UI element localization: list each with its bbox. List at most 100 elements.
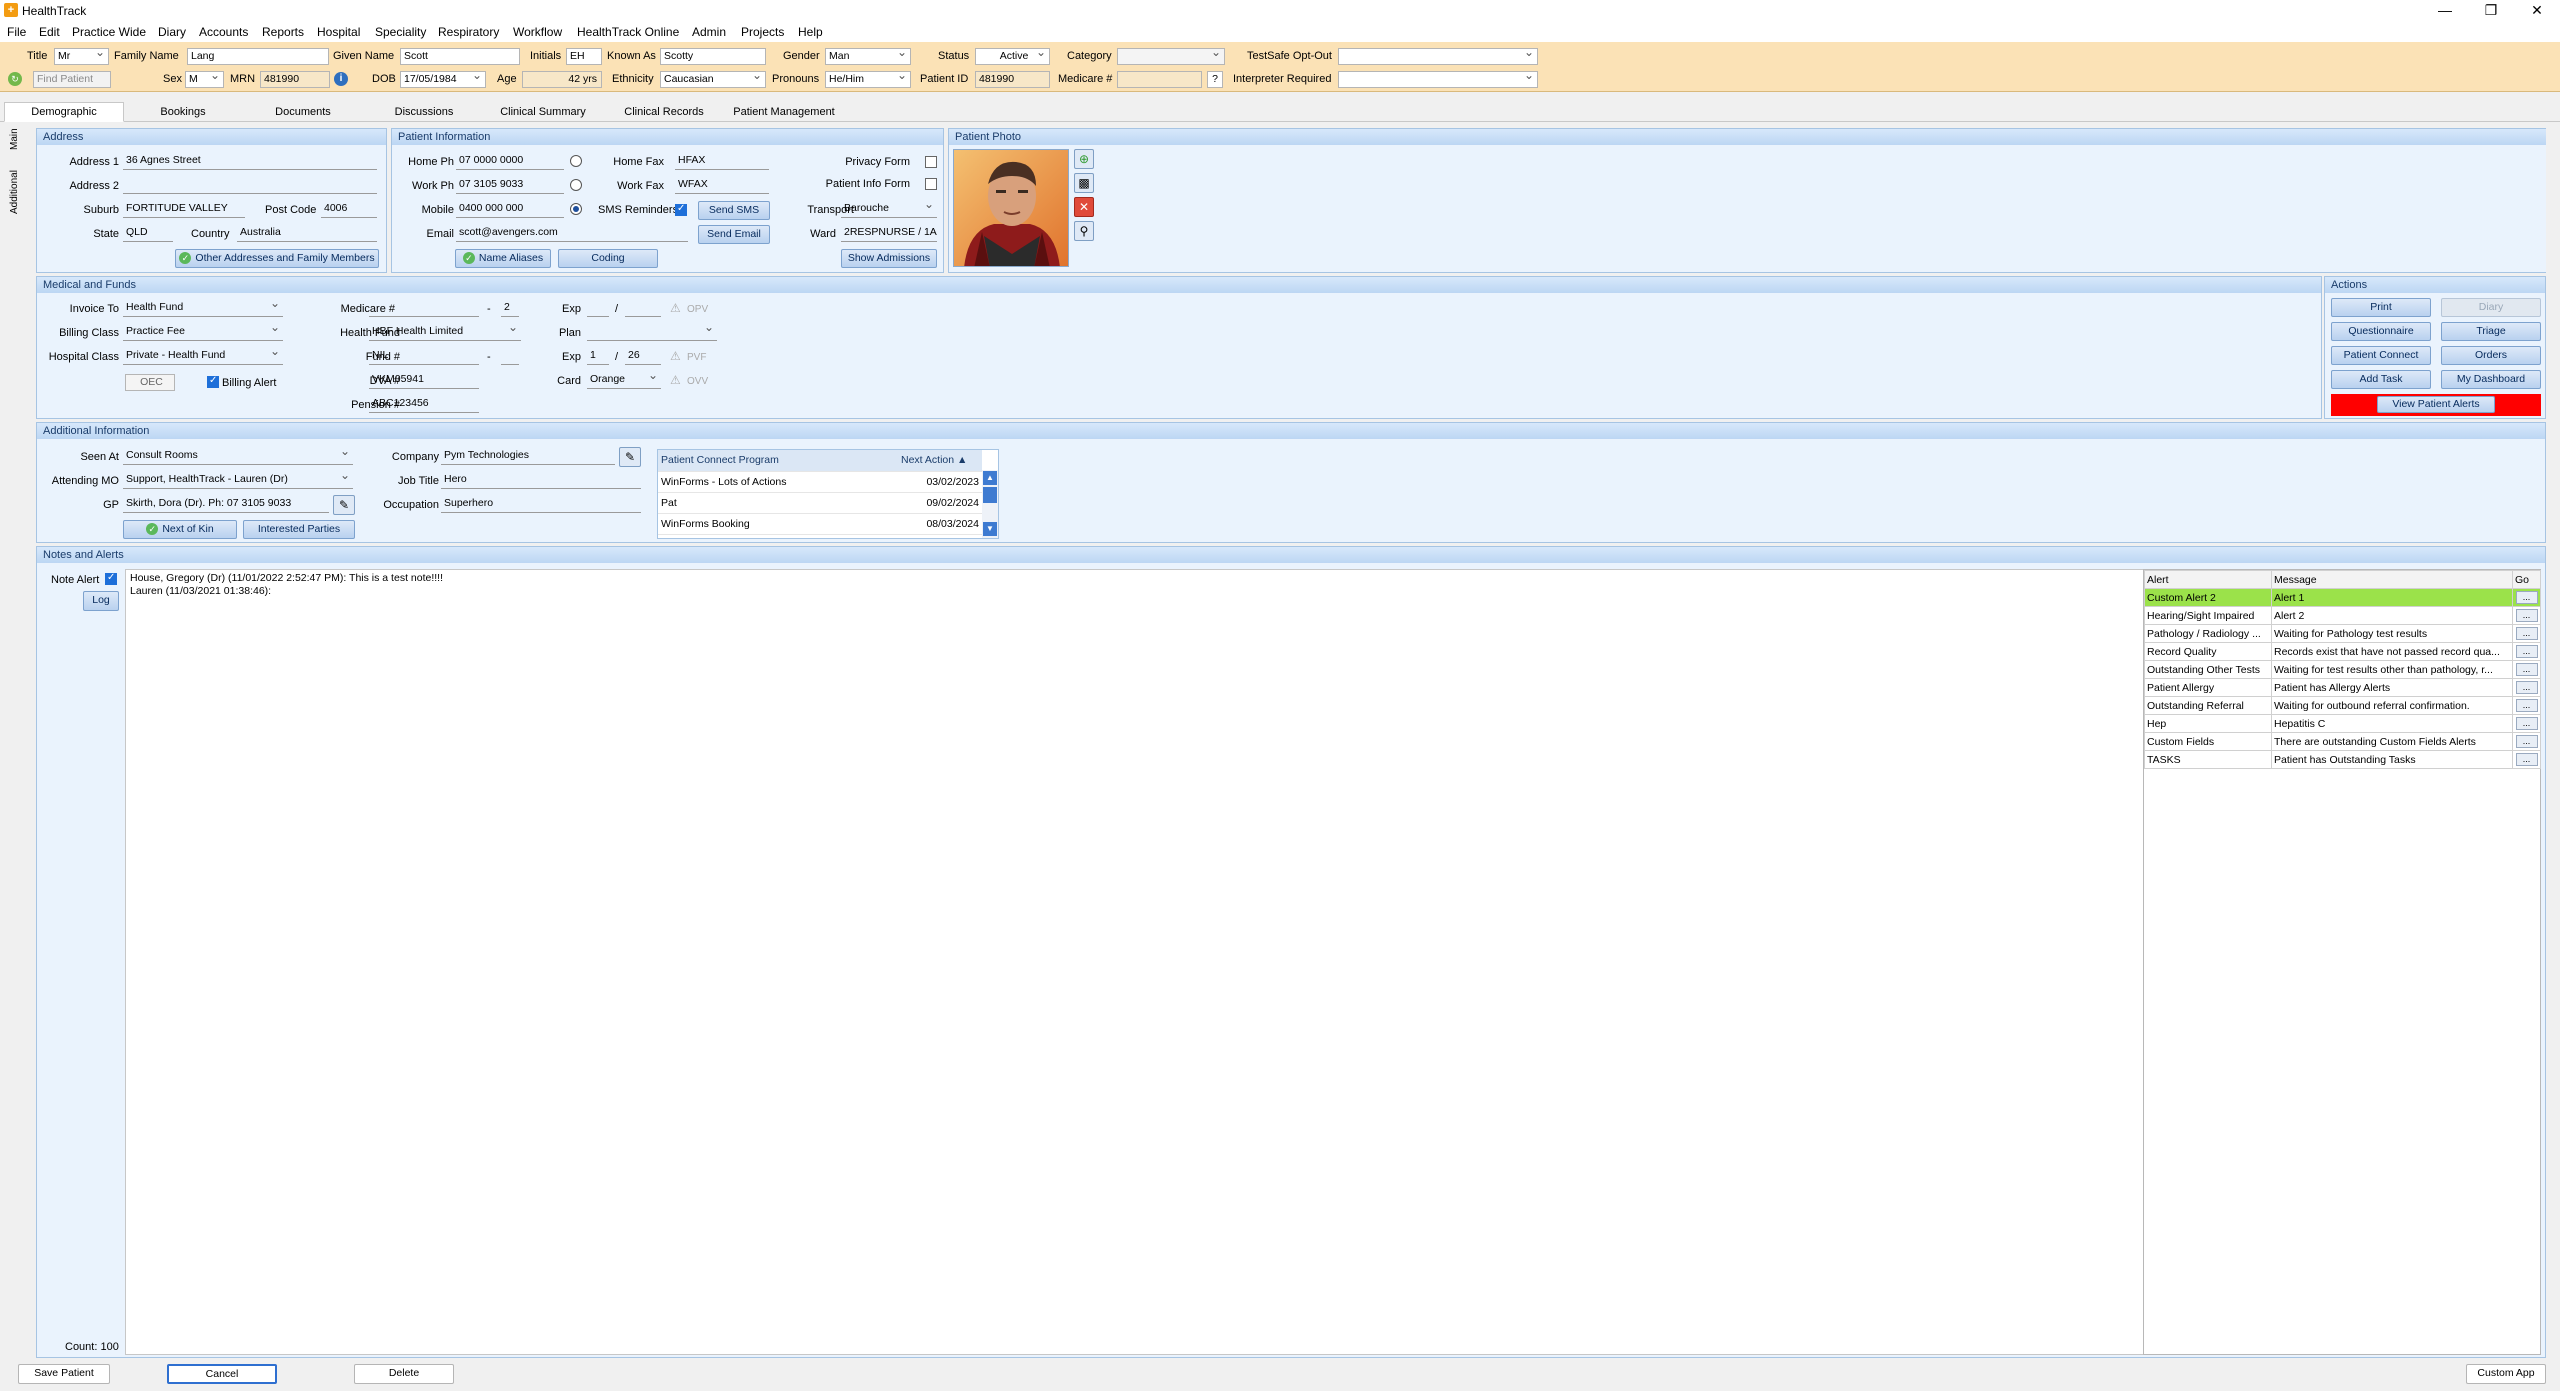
menu-admin[interactable]: Admin xyxy=(692,25,726,39)
fund-number-input[interactable]: NIL xyxy=(369,348,479,365)
edit-company-icon[interactable]: ✎ xyxy=(619,447,641,467)
status-select[interactable]: Active xyxy=(975,48,1050,65)
alerts-header-go[interactable]: Go xyxy=(2512,570,2541,589)
menu-hospital[interactable]: Hospital xyxy=(317,25,360,39)
home-ph-input[interactable]: 07 0000 0000 xyxy=(456,153,564,170)
initials-input[interactable]: EH xyxy=(566,48,602,65)
company-input[interactable]: Pym Technologies xyxy=(441,448,615,465)
add-task-button[interactable]: Add Task xyxy=(2331,370,2431,389)
given-name-input[interactable]: Scott xyxy=(400,48,520,65)
show-admissions-button[interactable]: Show Admissions xyxy=(841,249,937,268)
gender-select[interactable]: Man xyxy=(825,48,911,65)
menu-accounts[interactable]: Accounts xyxy=(199,25,248,39)
alert-go-button[interactable]: ... xyxy=(2515,591,2538,604)
sex-select[interactable]: M xyxy=(185,71,224,88)
alert-go-button[interactable]: ... xyxy=(2515,681,2538,694)
info-icon[interactable]: i xyxy=(334,72,348,86)
seen-at-select[interactable]: Consult Rooms xyxy=(123,448,353,465)
alert-row[interactable]: Hearing/Sight Impaired Alert 2... xyxy=(2144,606,2541,625)
menu-speciality[interactable]: Speciality xyxy=(375,25,426,39)
table-row[interactable]: Pat 09/02/2024 xyxy=(658,492,982,514)
medicare-help-button[interactable]: ? xyxy=(1207,71,1223,88)
dva-input[interactable]: VKM05941 xyxy=(369,372,479,389)
send-email-button[interactable]: Send Email xyxy=(698,225,770,244)
alert-go-button[interactable]: ... xyxy=(2515,645,2538,658)
triage-button[interactable]: Triage xyxy=(2441,322,2541,341)
ethnicity-select[interactable]: Caucasian xyxy=(660,71,766,88)
menu-reports[interactable]: Reports xyxy=(262,25,304,39)
menu-file[interactable]: File xyxy=(7,25,26,39)
diary-button[interactable]: Diary xyxy=(2441,298,2541,317)
alert-go-button[interactable]: ... xyxy=(2515,717,2538,730)
opv-label[interactable]: OPV xyxy=(687,304,708,315)
exp1-year-input[interactable] xyxy=(625,300,661,317)
delete-photo-icon[interactable]: ✕ xyxy=(1074,197,1094,217)
testsafe-select[interactable] xyxy=(1338,48,1538,65)
alert-row[interactable]: Record Quality Records exist that have no… xyxy=(2144,642,2541,661)
cancel-button[interactable]: Cancel xyxy=(167,1364,277,1384)
suburb-input[interactable]: FORTITUDE VALLEY xyxy=(123,201,245,218)
attending-mo-select[interactable]: Support, HealthTrack - Lauren (Dr) xyxy=(123,472,353,489)
alerts-header-message[interactable]: Message xyxy=(2271,570,2513,589)
menu-healthtrack-online[interactable]: HealthTrack Online xyxy=(577,25,679,39)
ward-input[interactable]: 2RESPNURSE / 1A xyxy=(841,225,937,242)
ovv-label[interactable]: OVV xyxy=(687,376,708,387)
oec-button[interactable]: OEC xyxy=(125,374,175,391)
tab-clinical-summary[interactable]: Clinical Summary xyxy=(484,102,602,122)
orders-button[interactable]: Orders xyxy=(2441,346,2541,365)
note-alert-checkbox[interactable] xyxy=(105,572,117,585)
scroll-thumb[interactable] xyxy=(983,487,997,503)
tab-discussions[interactable]: Discussions xyxy=(364,102,484,122)
alert-row[interactable]: Pathology / Radiology ... Waiting for Pat… xyxy=(2144,624,2541,643)
menu-practice-wide[interactable]: Practice Wide xyxy=(72,25,146,39)
tab-bookings[interactable]: Bookings xyxy=(124,102,242,122)
add-photo-icon[interactable]: ⊕ xyxy=(1074,149,1094,169)
alert-go-button[interactable]: ... xyxy=(2515,699,2538,712)
other-addresses-button[interactable]: ✓ Other Addresses and Family Members xyxy=(175,249,379,268)
alert-row[interactable]: TASKS Patient has Outstanding Tasks... xyxy=(2144,750,2541,769)
edit-gp-icon[interactable]: ✎ xyxy=(333,495,355,515)
alert-row[interactable]: Custom Fields There are outstanding Custo… xyxy=(2144,732,2541,751)
transport-select[interactable]: Barouche xyxy=(841,201,937,218)
pension-input[interactable]: ABC123456 xyxy=(369,396,479,413)
exp1-month-input[interactable] xyxy=(587,300,609,317)
home-fax-input[interactable]: HFAX xyxy=(675,153,769,170)
coding-button[interactable]: Coding xyxy=(558,249,658,268)
card-select[interactable]: Orange xyxy=(587,372,661,389)
save-patient-button[interactable]: Save Patient xyxy=(18,1364,110,1384)
medicare-irn-input[interactable]: 2 xyxy=(501,300,519,317)
menu-diary[interactable]: Diary xyxy=(158,25,186,39)
work-ph-input[interactable]: 07 3105 9033 xyxy=(456,177,564,194)
view-patient-alerts-button[interactable]: View Patient Alerts xyxy=(2377,396,2495,413)
camera-icon[interactable]: ▩ xyxy=(1074,173,1094,193)
alert-go-button[interactable]: ... xyxy=(2515,663,2538,676)
table-row[interactable]: WinForms - Lots of Actions 03/02/2023 xyxy=(658,471,982,493)
privacy-form-checkbox[interactable] xyxy=(925,156,937,168)
tab-clinical-records[interactable]: Clinical Records xyxy=(602,102,726,122)
menu-workflow[interactable]: Workflow xyxy=(513,25,562,39)
exp2-month-input[interactable]: 1 xyxy=(587,348,609,365)
address1-input[interactable]: 36 Agnes Street xyxy=(123,153,377,170)
work-ph-radio[interactable] xyxy=(570,179,582,191)
patient-info-form-checkbox[interactable] xyxy=(925,178,937,190)
menu-edit[interactable]: Edit xyxy=(39,25,60,39)
plan-select[interactable] xyxy=(587,324,717,341)
pronouns-select[interactable]: He/Him xyxy=(825,71,911,88)
alert-row[interactable]: Outstanding Referral Waiting for outbound… xyxy=(2144,696,2541,715)
custom-app-button[interactable]: Custom App xyxy=(2466,1364,2546,1384)
mobile-radio[interactable] xyxy=(570,203,582,215)
notes-textarea[interactable]: House, Gregory (Dr) (11/01/2022 2:52:47 … xyxy=(125,569,2169,1355)
state-input[interactable]: QLD xyxy=(123,225,173,242)
known-as-input[interactable]: Scotty xyxy=(660,48,766,65)
category-select[interactable] xyxy=(1117,48,1225,65)
minimize-icon[interactable]: — xyxy=(2422,0,2468,20)
alert-go-button[interactable]: ... xyxy=(2515,609,2538,622)
interested-parties-button[interactable]: Interested Parties xyxy=(243,520,355,539)
alert-go-button[interactable]: ... xyxy=(2515,735,2538,748)
fund-suffix-input[interactable] xyxy=(501,348,519,365)
delete-button[interactable]: Delete xyxy=(354,1364,454,1384)
gp-input[interactable]: Skirth, Dora (Dr). Ph: 07 3105 9033 xyxy=(123,496,329,513)
menu-projects[interactable]: Projects xyxy=(741,25,784,39)
job-title-input[interactable]: Hero xyxy=(441,472,641,489)
refresh-icon[interactable]: ↻ xyxy=(8,72,22,86)
